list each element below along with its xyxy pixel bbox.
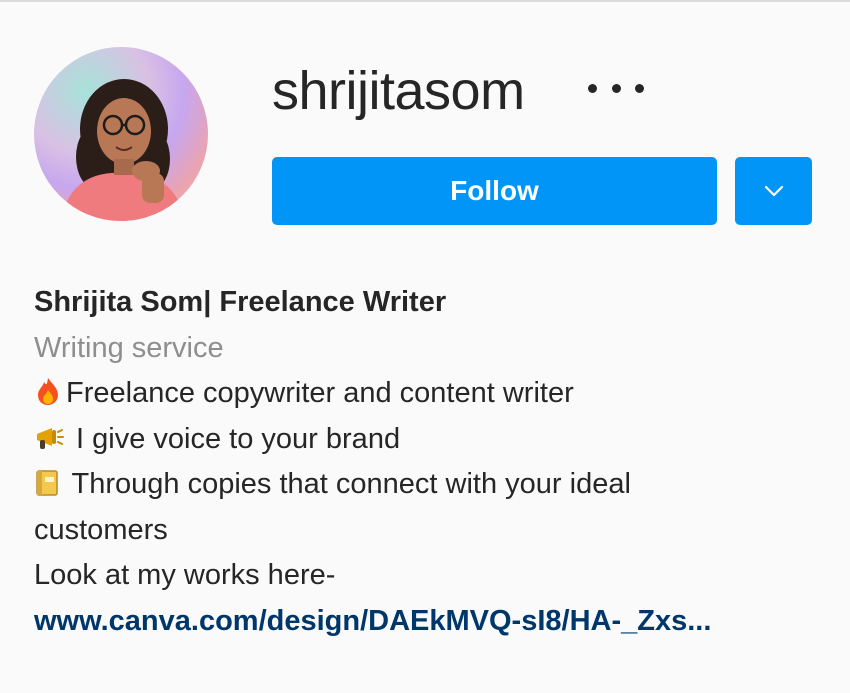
bio-text: Through copies that connect with your id… bbox=[64, 468, 631, 500]
profile-website-link[interactable]: www.canva.com/design/DAEkMVQ-sI8/HA-_Zxs… bbox=[34, 605, 711, 637]
bio-line: Through copies that connect with your id… bbox=[34, 462, 834, 508]
notebook-icon bbox=[36, 470, 58, 496]
profile-avatar[interactable] bbox=[34, 47, 208, 221]
profile-username: shrijitasom bbox=[272, 61, 525, 121]
chevron-down-icon bbox=[764, 185, 783, 197]
top-divider bbox=[0, 0, 850, 2]
more-options-icon[interactable] bbox=[588, 74, 644, 102]
dot bbox=[588, 83, 597, 93]
profile-bio: Shrijita Som| Freelance Writer Writing s… bbox=[34, 280, 834, 644]
bio-line: customers bbox=[34, 513, 168, 546]
profile-category: Writing service bbox=[34, 331, 224, 364]
avatar-photo bbox=[62, 79, 184, 221]
bio-line: I give voice to your brand bbox=[34, 417, 834, 463]
suggested-accounts-dropdown-button[interactable] bbox=[735, 157, 812, 225]
bio-text: Freelance copywriter and content writer bbox=[66, 377, 574, 409]
dot bbox=[611, 83, 621, 93]
bio-text: I give voice to your brand bbox=[68, 422, 401, 455]
bio-line: Freelance copywriter and content writer bbox=[34, 371, 834, 417]
profile-full-name: Shrijita Som| Freelance Writer bbox=[34, 286, 447, 318]
bio-line: Look at my works here- bbox=[34, 559, 336, 591]
follow-button-label: Follow bbox=[450, 175, 539, 206]
dot bbox=[635, 83, 644, 93]
follow-button[interactable]: Follow bbox=[272, 157, 717, 225]
fire-icon bbox=[38, 378, 58, 405]
megaphone-icon bbox=[37, 427, 64, 449]
